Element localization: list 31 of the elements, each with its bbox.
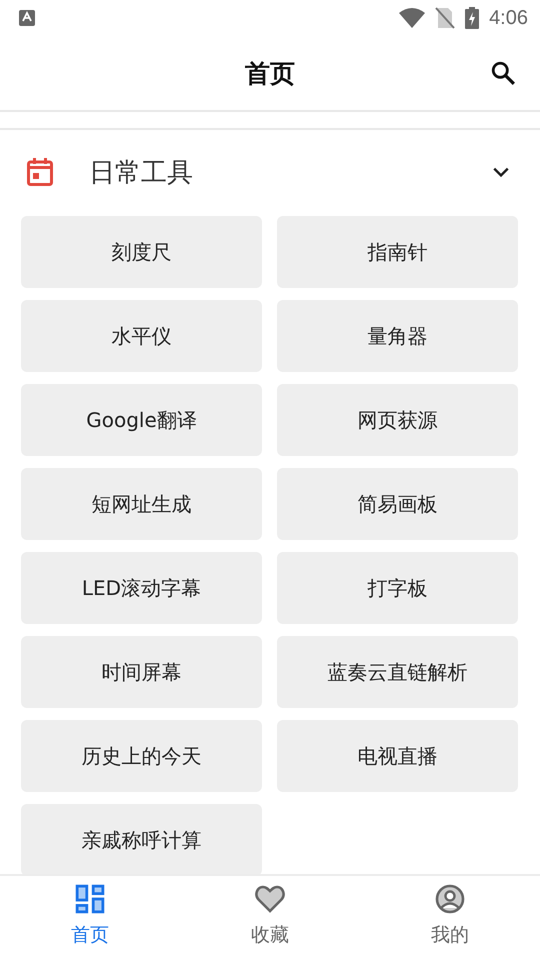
tool-button[interactable]: 简易画板 xyxy=(277,468,518,540)
nav-tab[interactable]: 首页 xyxy=(0,876,180,960)
tool-button[interactable]: 电视直播 xyxy=(277,720,518,792)
tool-button[interactable]: 刻度尺 xyxy=(21,216,262,288)
tool-button[interactable]: 打字板 xyxy=(277,552,518,624)
tool-button[interactable]: 量角器 xyxy=(277,300,518,372)
tool-button[interactable]: 网页获源 xyxy=(277,384,518,456)
section-title: 日常工具 xyxy=(89,156,194,190)
search-icon[interactable] xyxy=(490,60,516,86)
battery-charging-icon xyxy=(465,7,480,29)
nav-tab[interactable]: 我的 xyxy=(360,876,540,960)
heart-icon xyxy=(255,884,285,914)
tool-button[interactable]: 历史上的今天 xyxy=(21,720,262,792)
calendar-icon xyxy=(27,158,53,186)
tool-button[interactable]: Google翻译 xyxy=(21,384,262,456)
profile-icon xyxy=(435,884,465,914)
page-title: 首页 xyxy=(245,58,295,90)
tool-button[interactable]: LED滚动字幕 xyxy=(21,552,262,624)
tool-button[interactable]: 指南针 xyxy=(277,216,518,288)
status-time: 4:06 xyxy=(489,6,528,30)
tool-button[interactable]: 短网址生成 xyxy=(21,468,262,540)
wifi-icon xyxy=(399,8,426,28)
tool-button[interactable]: 时间屏幕 xyxy=(21,636,262,708)
dashboard-icon xyxy=(75,884,105,914)
tool-button[interactable]: 亲戚称呼计算 xyxy=(21,804,262,874)
no-sim-icon xyxy=(435,7,456,29)
nav-tab[interactable]: 收藏 xyxy=(180,876,360,960)
section-header[interactable]: 日常工具 xyxy=(0,130,540,214)
keyboard-notification-icon xyxy=(19,10,35,26)
tool-button[interactable]: 蓝奏云直链解析 xyxy=(277,636,518,708)
tool-button[interactable]: 水平仪 xyxy=(21,300,262,372)
